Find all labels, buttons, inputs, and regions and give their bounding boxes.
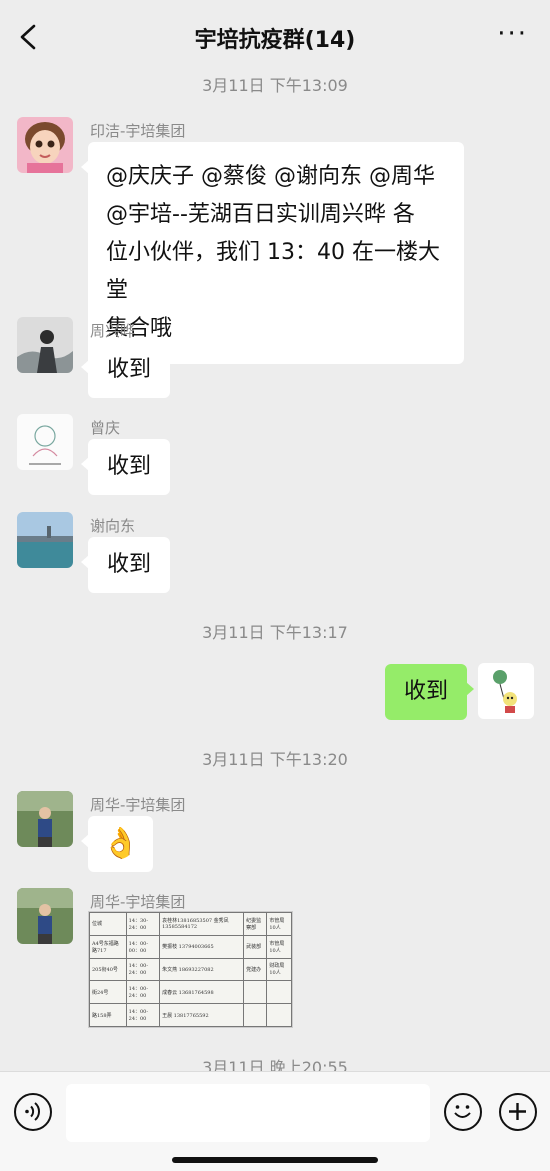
message-input[interactable] xyxy=(66,1084,430,1142)
sketch-avatar[interactable] xyxy=(17,414,73,470)
table-cell: 纪委监察部 xyxy=(243,912,268,936)
ok-hand-emoji-bubble[interactable]: 👌 xyxy=(80,816,154,872)
table-cell: 市管局10人 xyxy=(266,934,292,959)
table-row: A4号东福路 路717 14：00-00：00 樊振枝 13794003665 … xyxy=(89,934,292,959)
timestamp: 3月11日 下午13:17 xyxy=(202,623,348,642)
emoji-button[interactable] xyxy=(444,1093,482,1131)
table-cell: A4号东福路 路717 xyxy=(89,934,127,959)
sender-name: 谢向东 xyxy=(90,517,136,535)
table-cell: 朱文燕 18693227082 xyxy=(159,957,245,982)
table-row: 205衔40号 14：00-24：00 朱文燕 18693227082 党建办 … xyxy=(89,957,292,982)
table-cell: 党建办 xyxy=(243,957,268,982)
sender-name: 周兴晔 xyxy=(90,322,136,340)
table-cell: 成春云 13681764598 xyxy=(159,980,245,1005)
table-cell: 14：00-24：00 xyxy=(125,1003,161,1027)
cartoon-girl-avatar[interactable] xyxy=(17,117,73,173)
table-cell xyxy=(243,1003,268,1027)
timestamp: 3月11日 下午13:20 xyxy=(202,750,348,769)
table-cell: 14：00-24：00 xyxy=(125,980,161,1005)
table-cell: 财政局10人 xyxy=(266,957,292,982)
table-cell xyxy=(243,980,268,1005)
image-message[interactable]: 位城 14：30-24：00 袁桂林13816853507 金秀凤1358558… xyxy=(88,911,293,1028)
balloon-character-avatar[interactable] xyxy=(478,663,534,719)
plus-icon xyxy=(509,1103,526,1120)
voice-wave-icon xyxy=(25,1102,41,1121)
table-row: 路158弄 14：00-24：00 王晨 13817765592 xyxy=(89,1003,292,1027)
smiley-icon xyxy=(454,1105,471,1118)
home-indicator xyxy=(172,1157,378,1163)
input-bar xyxy=(0,1071,550,1171)
table-cell: 市管局10人 xyxy=(266,912,292,936)
sender-name: 曾庆 xyxy=(90,419,121,437)
message-line: @庆庆子 @蔡俊 @谢向东 @周华 xyxy=(106,164,435,189)
table-image: 位城 14：30-24：00 袁桂林13816853507 金秀凤1358558… xyxy=(89,912,292,1027)
message-bubble[interactable]: 收到 xyxy=(80,439,171,495)
table-cell: 王晨 13817765592 xyxy=(159,1003,245,1027)
table-cell: 14：00-24：00 xyxy=(125,957,161,982)
message-bubble[interactable]: 收到 xyxy=(80,342,171,398)
outdoor-person-avatar[interactable] xyxy=(17,888,73,944)
table-cell: 位城 xyxy=(89,912,127,936)
table-cell: 205衔40号 xyxy=(89,957,127,982)
table-cell: 14：30-24：00 xyxy=(125,912,161,936)
outdoor-person-avatar[interactable] xyxy=(17,791,73,847)
voice-input-button[interactable] xyxy=(14,1093,52,1131)
chat-title: 宇培抗疫群(14) xyxy=(194,28,356,53)
message-bubble[interactable]: 收到 xyxy=(80,537,171,593)
table-cell: 武装部 xyxy=(243,934,268,959)
seascape-avatar[interactable] xyxy=(17,512,73,568)
more-functions-button[interactable] xyxy=(499,1093,537,1131)
portrait-avatar[interactable] xyxy=(17,317,73,373)
table-cell: 樊振枝 13794003665 xyxy=(159,934,245,959)
message-bubble-self[interactable]: 收到 xyxy=(385,664,475,720)
more-options-icon[interactable]: ··· xyxy=(497,21,528,47)
table-cell: 袁桂林13816853507 金秀凤13585584172 xyxy=(159,912,245,936)
table-cell xyxy=(266,1003,292,1027)
table-row: 街24号 14：00-24：00 成春云 13681764598 xyxy=(89,980,292,1005)
message-line: 位小伙伴，我们 13：40 在一楼大堂 xyxy=(106,240,440,303)
sender-name: 印洁-宇培集团 xyxy=(90,122,186,140)
sender-name: 周华-宇培集团 xyxy=(90,796,186,814)
chat-header: 宇培抗疫群(14) ··· xyxy=(0,0,550,72)
sender-name: 周华-宇培集团 xyxy=(90,893,186,911)
table-cell: 路158弄 xyxy=(89,1003,127,1027)
message-line: @宇培--芜湖百日实训周兴晔 各 xyxy=(106,202,415,227)
message-bubble[interactable]: @庆庆子 @蔡俊 @谢向东 @周华 @宇培--芜湖百日实训周兴晔 各 位小伙伴，… xyxy=(81,142,464,364)
table-row: 位城 14：30-24：00 袁桂林13816853507 金秀凤1358558… xyxy=(89,912,292,936)
table-cell: 街24号 xyxy=(89,980,127,1005)
table-cell: 14：00-00：00 xyxy=(125,934,161,959)
table-cell xyxy=(266,980,292,1005)
timestamp: 3月11日 下午13:09 xyxy=(202,76,348,95)
